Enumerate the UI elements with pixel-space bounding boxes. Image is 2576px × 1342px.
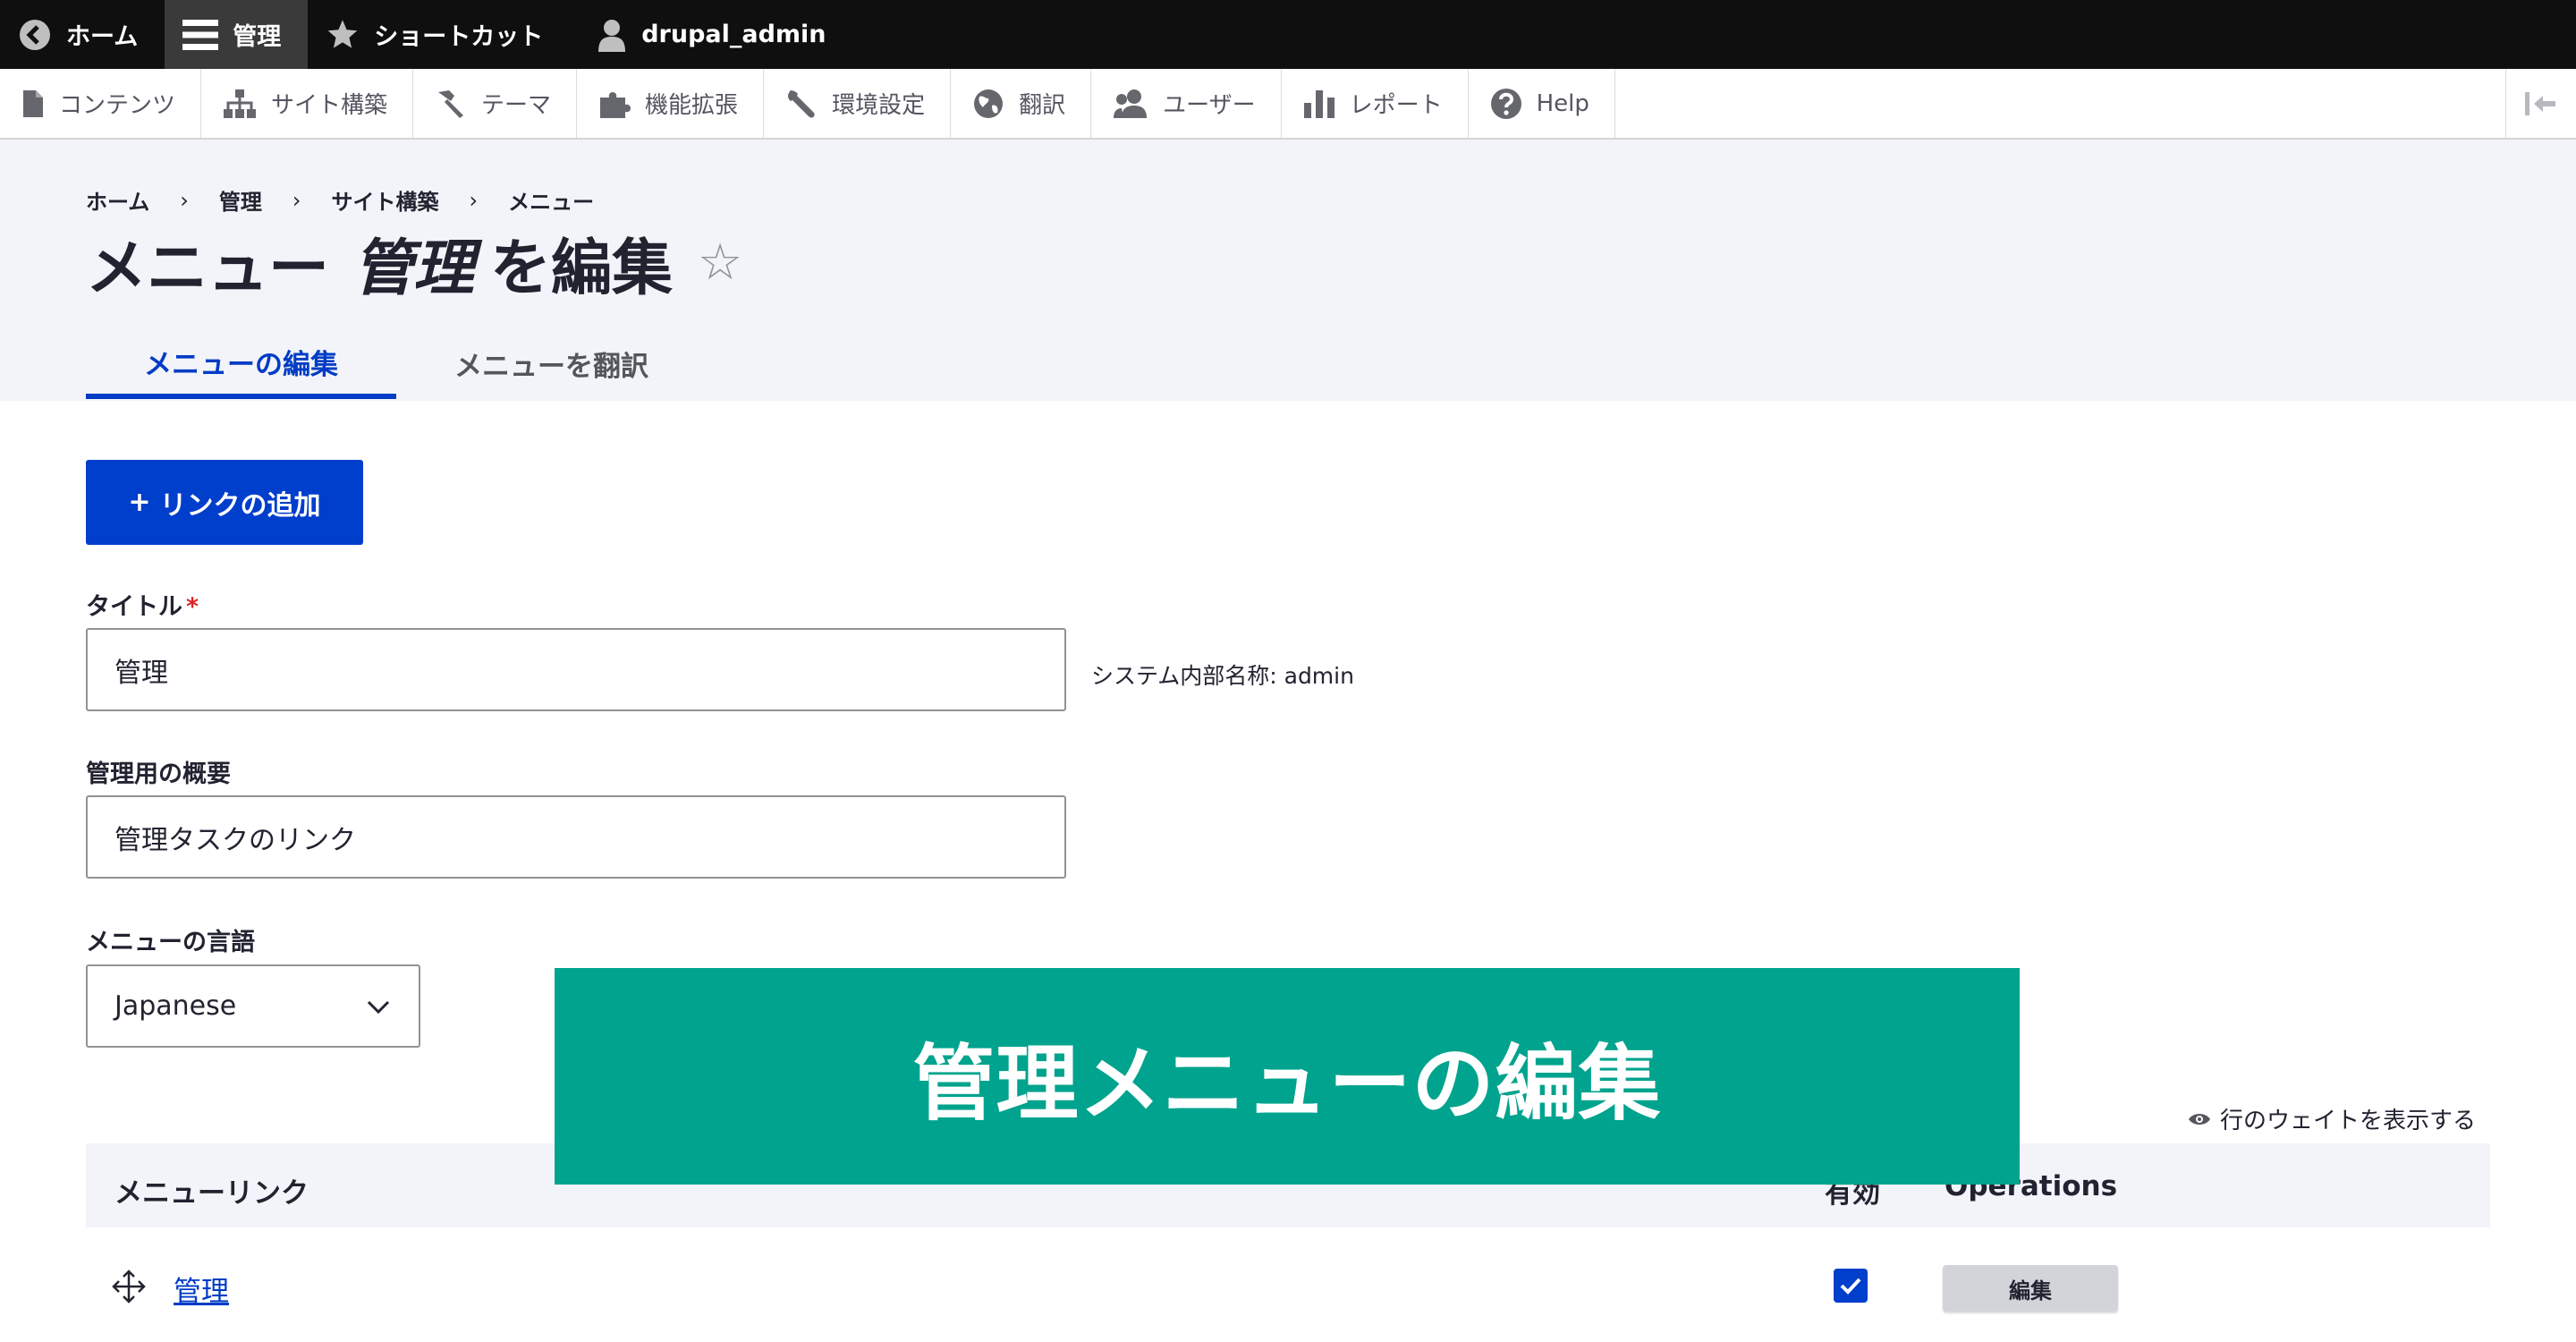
description-field-label: 管理用の概要: [86, 760, 231, 788]
back-to-site-link[interactable]: ホーム: [0, 0, 165, 69]
shortcuts-label: ショートカット: [374, 23, 544, 51]
table-row: 管理 編集: [86, 1242, 2490, 1331]
machine-name: システム内部名称: admin: [1091, 663, 1354, 689]
breadcrumb-home[interactable]: ホーム: [86, 184, 149, 216]
tray-item-structure-label: サイト構築: [271, 92, 388, 119]
plus-icon: +: [128, 487, 151, 518]
show-row-weights-label: 行のウェイトを表示する: [2219, 1108, 2476, 1134]
title-label-text: タイトル: [86, 593, 182, 621]
breadcrumb-admin[interactable]: 管理: [219, 184, 262, 216]
paint-brush-icon: [438, 89, 464, 118]
puzzle-icon: [600, 91, 631, 118]
breadcrumb-separator: ›: [292, 187, 301, 213]
page-title-prefix: メニュー: [86, 234, 330, 304]
tray-item-appearance[interactable]: テーマ: [413, 69, 578, 138]
check-icon: [1840, 1278, 1861, 1295]
breadcrumb-separator: ›: [180, 187, 189, 213]
users-icon: [1114, 89, 1148, 118]
user-icon: [598, 19, 626, 52]
enabled-checkbox[interactable]: [1834, 1269, 1868, 1303]
tray-item-extend[interactable]: 機能拡張: [577, 69, 765, 138]
toolbar-tray: コンテンツ サイト構築 テーマ 機能拡張 環境設定 翻訳 ユーザー レポート H…: [0, 69, 2576, 140]
tray-item-help-label: Help: [1536, 89, 1589, 117]
manage-tab[interactable]: 管理: [165, 0, 309, 69]
breadcrumb-menu[interactable]: メニュー: [508, 184, 594, 216]
caption-banner: 管理メニューの編集: [555, 968, 2020, 1185]
tray-item-translation-label: 翻訳: [1019, 92, 1066, 119]
back-to-site-label: ホーム: [66, 23, 139, 51]
menu-link-title[interactable]: 管理: [174, 1269, 229, 1309]
add-link-button[interactable]: + リンクの追加: [86, 460, 363, 545]
file-icon: [23, 89, 43, 117]
tray-item-help[interactable]: Help: [1469, 69, 1615, 138]
title-field-label: タイトル *: [86, 587, 199, 622]
tray-item-translation[interactable]: 翻訳: [951, 69, 1092, 138]
bar-chart-icon: [1303, 89, 1335, 118]
chevron-down-icon: [367, 1000, 390, 1015]
tray-item-configuration[interactable]: 環境設定: [764, 69, 952, 138]
tray-item-reports-label: レポート: [1349, 92, 1443, 119]
breadcrumb-structure[interactable]: サイト構築: [332, 184, 439, 216]
manage-label: 管理: [233, 23, 282, 51]
page-title: メニュー 管理 を編集 ☆: [86, 218, 742, 307]
tray-item-reports[interactable]: レポート: [1282, 69, 1469, 138]
tray-item-content[interactable]: コンテンツ: [0, 69, 202, 138]
tray-item-structure[interactable]: サイト構築: [201, 69, 414, 138]
page-title-menu-name: 管理: [352, 234, 475, 304]
sitemap-icon: [224, 89, 257, 118]
user-tab[interactable]: drupal_admin: [570, 0, 852, 69]
drag-handle-icon[interactable]: [111, 1269, 147, 1304]
tray-item-appearance-label: テーマ: [481, 92, 552, 119]
hamburger-icon: [182, 19, 219, 50]
language-select[interactable]: Japanese: [86, 964, 420, 1048]
star-icon: [327, 19, 358, 48]
help-icon: [1490, 88, 1521, 119]
globe-icon: [974, 89, 1004, 118]
required-marker: *: [186, 593, 199, 621]
page-title-suffix: を編集: [490, 234, 674, 304]
primary-tabs: メニューの編集 メニューを翻訳: [86, 329, 707, 401]
page-header: ホーム › 管理 › サイト構築 › メニュー メニュー 管理 を編集 ☆ メニ…: [0, 140, 2576, 401]
tray-item-people[interactable]: ユーザー: [1091, 69, 1282, 138]
language-select-value: Japanese: [114, 990, 237, 1022]
breadcrumb-separator: ›: [469, 187, 479, 213]
shortcuts-tab[interactable]: ショートカット: [308, 0, 570, 69]
language-field-label: メニューの言語: [86, 929, 255, 956]
tray-item-extend-label: 機能拡張: [645, 92, 739, 119]
chevron-left-circle-icon: [20, 19, 50, 50]
tray-collapse-button[interactable]: [2505, 69, 2576, 138]
eye-icon: [2188, 1113, 2210, 1125]
user-label: drupal_admin: [641, 21, 826, 48]
tab-edit-menu[interactable]: メニューの編集: [86, 329, 396, 399]
wrench-icon: [788, 89, 815, 117]
add-link-label: リンクの追加: [159, 489, 321, 522]
collapse-arrow-icon: [2525, 91, 2555, 115]
tray-item-people-label: ユーザー: [1163, 92, 1256, 119]
tray-item-configuration-label: 環境設定: [832, 92, 926, 119]
shortcut-star-icon[interactable]: ☆: [698, 234, 742, 292]
breadcrumb: ホーム › 管理 › サイト構築 › メニュー: [86, 184, 594, 216]
admin-toolbar: ホーム 管理 ショートカット drupal_admin: [0, 0, 2576, 69]
column-header-menu-link: メニューリンク: [114, 1177, 309, 1210]
title-input[interactable]: [86, 628, 1066, 711]
show-row-weights-toggle[interactable]: 行のウェイトを表示する: [2188, 1102, 2476, 1135]
description-input[interactable]: [86, 795, 1066, 879]
tab-translate-menu[interactable]: メニューを翻訳: [396, 329, 707, 397]
edit-link-button[interactable]: 編集: [1943, 1265, 2118, 1312]
tray-item-content-label: コンテンツ: [59, 92, 176, 119]
